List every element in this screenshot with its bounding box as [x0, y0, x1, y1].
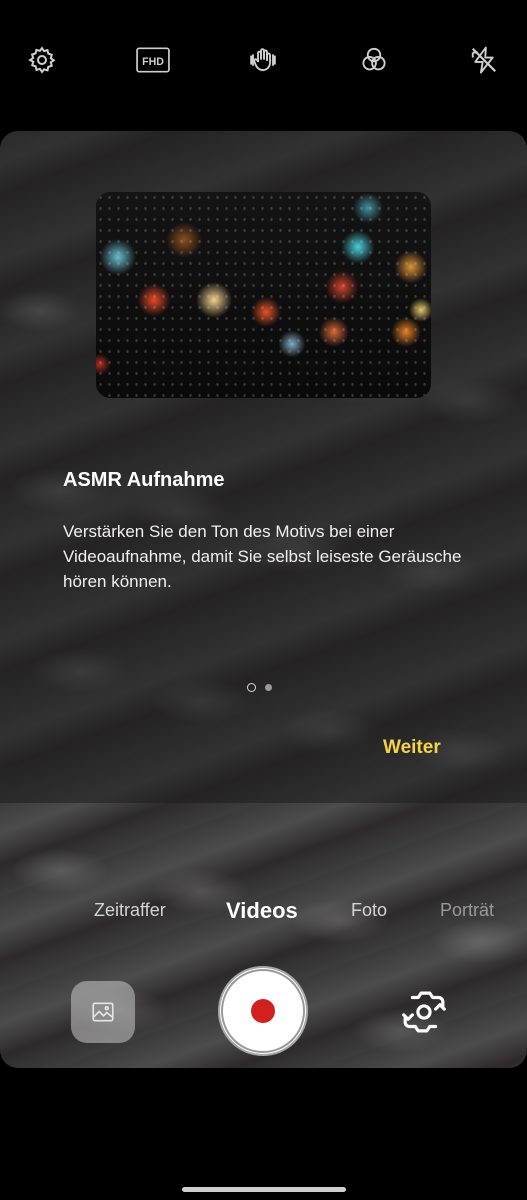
resolution-button[interactable]: FHD: [134, 42, 172, 78]
switch-camera-icon: [402, 991, 446, 1033]
mode-timelapse[interactable]: Zeitraffer: [94, 900, 166, 921]
top-toolbar: FHD: [0, 0, 527, 120]
gallery-icon: [92, 1002, 114, 1022]
home-indicator[interactable]: [182, 1187, 346, 1192]
switch-camera-button[interactable]: [394, 984, 454, 1040]
mode-video[interactable]: Videos: [226, 898, 298, 924]
camera-screen: FHD ASMR Aufnahme Verstärken Sie den Ton…: [0, 0, 527, 1200]
next-button[interactable]: Weiter: [383, 737, 441, 759]
resolution-label: FHD: [142, 56, 164, 68]
camera-viewfinder[interactable]: ASMR Aufnahme Verstärken Sie den Ton des…: [0, 131, 527, 1068]
mode-portrait[interactable]: Porträt: [440, 900, 494, 921]
filters-icon[interactable]: [356, 42, 392, 78]
record-button-ring: [221, 969, 305, 1053]
page-dot: [265, 683, 272, 691]
gallery-thumbnail-button[interactable]: [71, 981, 135, 1043]
feature-preview-image: [96, 192, 431, 398]
gear-icon[interactable]: [24, 42, 60, 78]
page-indicator: [247, 680, 272, 694]
mode-selector: Zeitraffer Videos Foto Porträt: [0, 898, 527, 932]
record-button[interactable]: [218, 966, 308, 1056]
page-dot-active: [247, 682, 256, 692]
feature-title: ASMR Aufnahme: [63, 469, 225, 491]
record-icon: [251, 999, 275, 1023]
hand-icon[interactable]: [245, 42, 281, 78]
feature-intro-card: ASMR Aufnahme Verstärken Sie den Ton des…: [0, 131, 527, 803]
feature-description: Verstärken Sie den Ton des Motivs bei ei…: [63, 522, 462, 591]
mode-photo[interactable]: Foto: [351, 900, 387, 921]
flash-off-icon[interactable]: [466, 42, 502, 78]
